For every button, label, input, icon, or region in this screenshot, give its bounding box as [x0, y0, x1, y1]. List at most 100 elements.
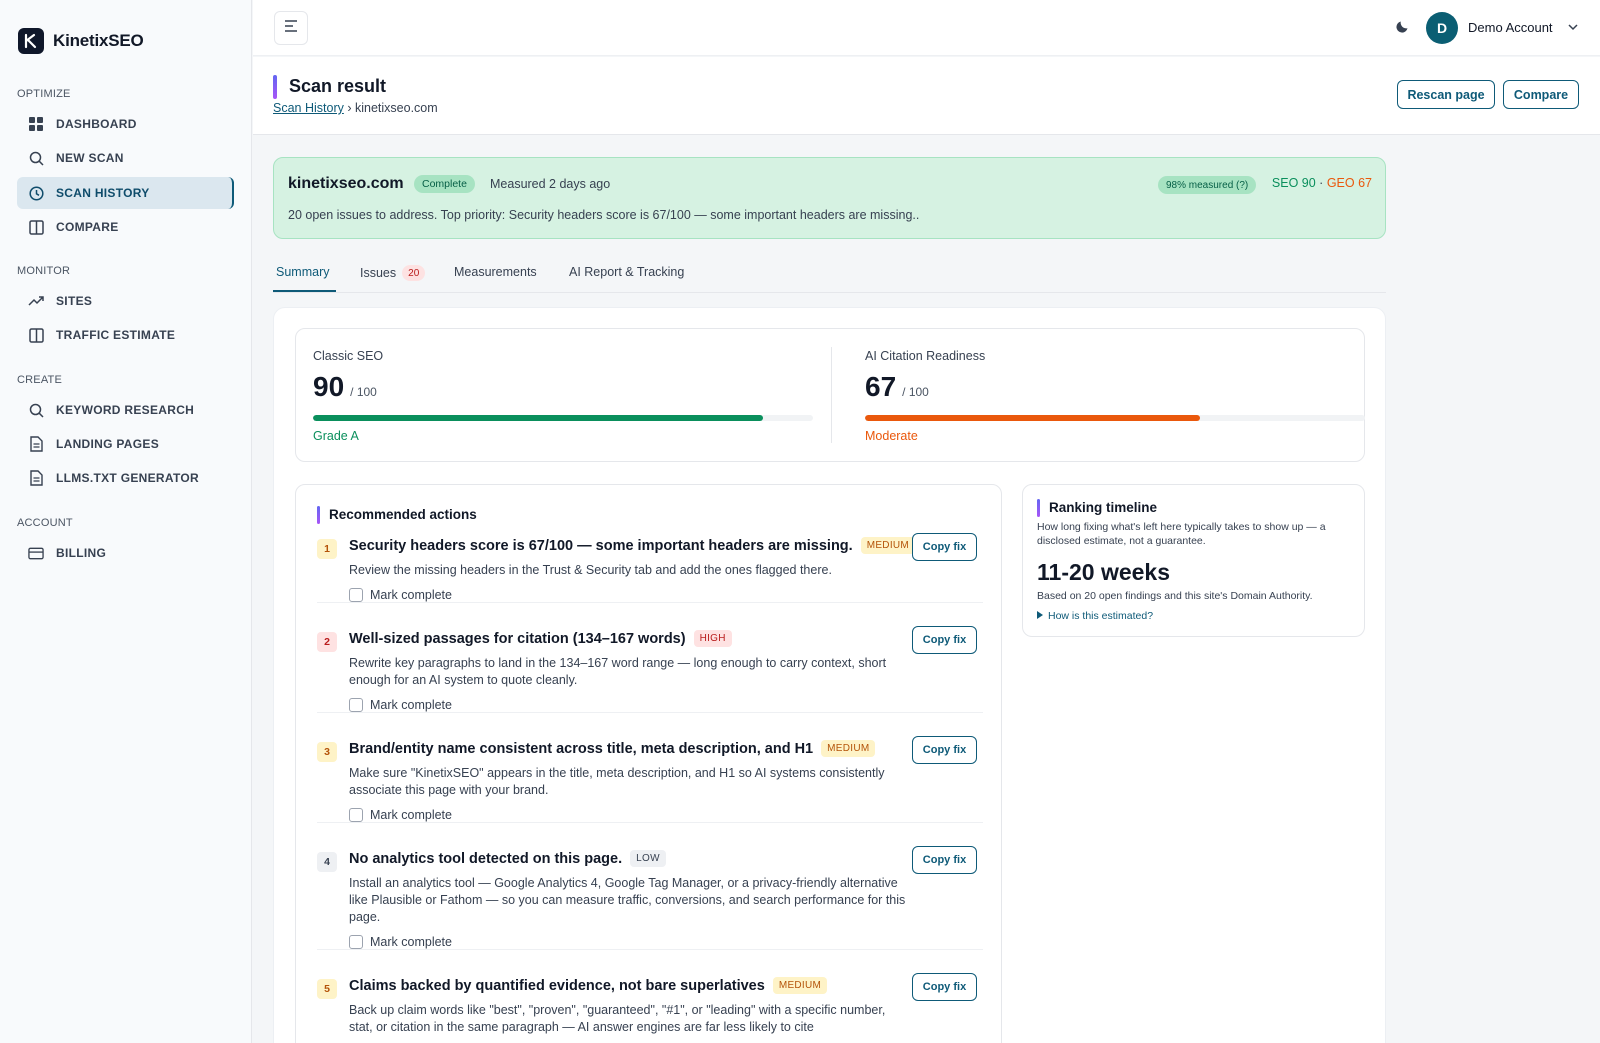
- copy-fix-button[interactable]: Copy fix: [912, 973, 977, 1001]
- sidebar-item-dashboard[interactable]: DASHBOARD: [17, 108, 234, 140]
- compare-button[interactable]: Compare: [1503, 80, 1579, 109]
- copy-fix-button[interactable]: Copy fix: [912, 626, 977, 654]
- breadcrumb-link-scan-history[interactable]: Scan History: [273, 101, 344, 115]
- checkbox[interactable]: [349, 935, 363, 949]
- divider: [317, 949, 983, 950]
- action-title: Brand/entity name consistent across titl…: [349, 740, 876, 757]
- menu-toggle-button[interactable]: [274, 11, 308, 45]
- sidebar-item-llms-txt-generator[interactable]: LLMS.TXT GENERATOR: [17, 462, 234, 494]
- timeline-estimate: 11-20 weeks: [1037, 559, 1171, 585]
- checkbox[interactable]: [349, 808, 363, 822]
- mark-complete-checkbox[interactable]: Mark complete: [349, 808, 452, 822]
- topbar: D Demo Account: [253, 0, 1600, 56]
- sidebar-item-billing[interactable]: BILLING: [17, 537, 234, 569]
- action-description: Make sure "KinetixSEO" appears in the ti…: [349, 766, 885, 797]
- disclosure-label: How is this estimated?: [1048, 610, 1154, 622]
- checkbox[interactable]: [349, 698, 363, 712]
- result-tabs: Summary Issues 20 Measurements AI Report…: [273, 262, 1386, 293]
- avatar[interactable]: D: [1426, 12, 1458, 44]
- copy-fix-button[interactable]: Copy fix: [912, 533, 977, 561]
- how-estimated-disclosure[interactable]: How is this estimated?: [1037, 610, 1153, 622]
- search-icon: [28, 150, 44, 166]
- issues-count-badge: 20: [402, 265, 426, 281]
- score-progress-fill: [865, 415, 1200, 421]
- score-grade: Grade A: [313, 429, 359, 443]
- mark-complete-checkbox[interactable]: Mark complete: [349, 588, 452, 602]
- checkbox[interactable]: [349, 588, 363, 602]
- status-badge: Complete: [414, 175, 475, 193]
- section-accent: [317, 506, 320, 524]
- page-header: Scan result Scan History › kinetixseo.co…: [253, 57, 1600, 135]
- severity-badge: HIGH: [693, 630, 732, 647]
- section-title: Recommended actions: [329, 507, 477, 522]
- columns-icon: [28, 219, 44, 235]
- mark-complete-checkbox[interactable]: Mark complete: [349, 935, 452, 949]
- action-description: Back up claim words like "best", "proven…: [349, 1003, 886, 1034]
- document-icon: [28, 436, 44, 452]
- mark-complete-checkbox[interactable]: Mark complete: [349, 698, 452, 712]
- action-number: 4: [317, 852, 337, 872]
- score-label: Classic SEO: [313, 349, 384, 363]
- divider: [317, 602, 983, 603]
- ranking-timeline-card: Ranking timeline How long fixing what's …: [1022, 484, 1365, 637]
- score-grade: Moderate: [865, 429, 918, 443]
- sidebar-item-label: SCAN HISTORY: [56, 186, 150, 200]
- sidebar-item-compare[interactable]: COMPARE: [17, 211, 234, 243]
- score-value: 67/ 100: [865, 371, 929, 402]
- nav-section-monitor: MONITOR: [17, 265, 71, 277]
- chevron-down-icon[interactable]: [1566, 20, 1580, 34]
- classic-seo-score: Classic SEO 90/ 100 Grade A: [296, 329, 813, 463]
- caret-right-icon: [1037, 610, 1043, 622]
- sidebar-item-label: NEW SCAN: [56, 151, 124, 165]
- timeline-subtitle: How long fixing what's left here typical…: [1037, 521, 1326, 547]
- sidebar-item-label: COMPARE: [56, 220, 119, 234]
- breadcrumb: Scan History › kinetixseo.com: [273, 101, 438, 115]
- account-name[interactable]: Demo Account: [1468, 20, 1553, 35]
- measured-time: Measured 2 days ago: [490, 177, 611, 191]
- breadcrumb-current: kinetixseo.com: [355, 101, 438, 115]
- sidebar-item-sites[interactable]: SITES: [17, 285, 234, 317]
- active-tab-indicator: [273, 290, 336, 292]
- score-divider: [831, 347, 832, 443]
- action-title: Security headers score is 67/100 — some …: [349, 537, 916, 554]
- severity-badge: MEDIUM: [821, 740, 876, 757]
- banner-summary: 20 open issues to address. Top priority:…: [288, 208, 920, 222]
- tab-issues[interactable]: Issues 20: [360, 265, 426, 281]
- sidebar-item-label: DASHBOARD: [56, 117, 137, 131]
- scores-card: Classic SEO 90/ 100 Grade A AI Citation …: [295, 328, 1365, 462]
- sidebar-item-label: KEYWORD RESEARCH: [56, 403, 195, 417]
- rescan-page-button[interactable]: Rescan page: [1397, 80, 1495, 109]
- sidebar-item-landing-pages[interactable]: LANDING PAGES: [17, 428, 234, 460]
- copy-fix-button[interactable]: Copy fix: [912, 846, 977, 874]
- action-description: Rewrite key paragraphs to land in the 13…: [349, 656, 887, 687]
- sidebar-item-label: LLMS.TXT GENERATOR: [56, 471, 199, 485]
- action-number: 2: [317, 632, 337, 652]
- action-number: 3: [317, 742, 337, 762]
- nav-section-account: ACCOUNT: [17, 517, 73, 529]
- title-accent: [273, 75, 277, 99]
- brand[interactable]: KinetixSEO: [18, 21, 144, 61]
- score-value: 90/ 100: [313, 371, 377, 402]
- tab-measurements[interactable]: Measurements: [454, 265, 537, 279]
- score-progress-bar: [865, 415, 1365, 421]
- action-number: 5: [317, 979, 337, 999]
- columns-icon: [28, 327, 44, 343]
- tab-ai-report-tracking[interactable]: AI Report & Tracking: [569, 265, 684, 279]
- score-progress-bar: [313, 415, 813, 421]
- coverage-badge[interactable]: 98% measured (?): [1158, 176, 1257, 194]
- recommended-actions: Recommended actions 1 Security headers s…: [295, 484, 1002, 1043]
- sidebar-item-scan-history[interactable]: SCAN HISTORY: [17, 177, 234, 209]
- score-progress-fill: [313, 415, 763, 421]
- sidebar-item-new-scan[interactable]: NEW SCAN: [17, 142, 234, 174]
- sidebar-item-label: SITES: [56, 294, 93, 308]
- timeline-basis: Based on 20 open findings and this site'…: [1037, 590, 1313, 602]
- copy-fix-button[interactable]: Copy fix: [912, 736, 977, 764]
- sidebar-item-keyword-research[interactable]: KEYWORD RESEARCH: [17, 394, 234, 426]
- brand-logo-icon: [18, 28, 44, 54]
- action-title: Well-sized passages for citation (134–16…: [349, 630, 732, 647]
- card-icon: [28, 545, 44, 561]
- sidebar-item-traffic-estimate[interactable]: TRAFFIC ESTIMATE: [17, 319, 234, 351]
- section-accent: [1037, 499, 1040, 517]
- dark-mode-toggle[interactable]: [1393, 18, 1413, 38]
- tab-summary[interactable]: Summary: [276, 265, 329, 279]
